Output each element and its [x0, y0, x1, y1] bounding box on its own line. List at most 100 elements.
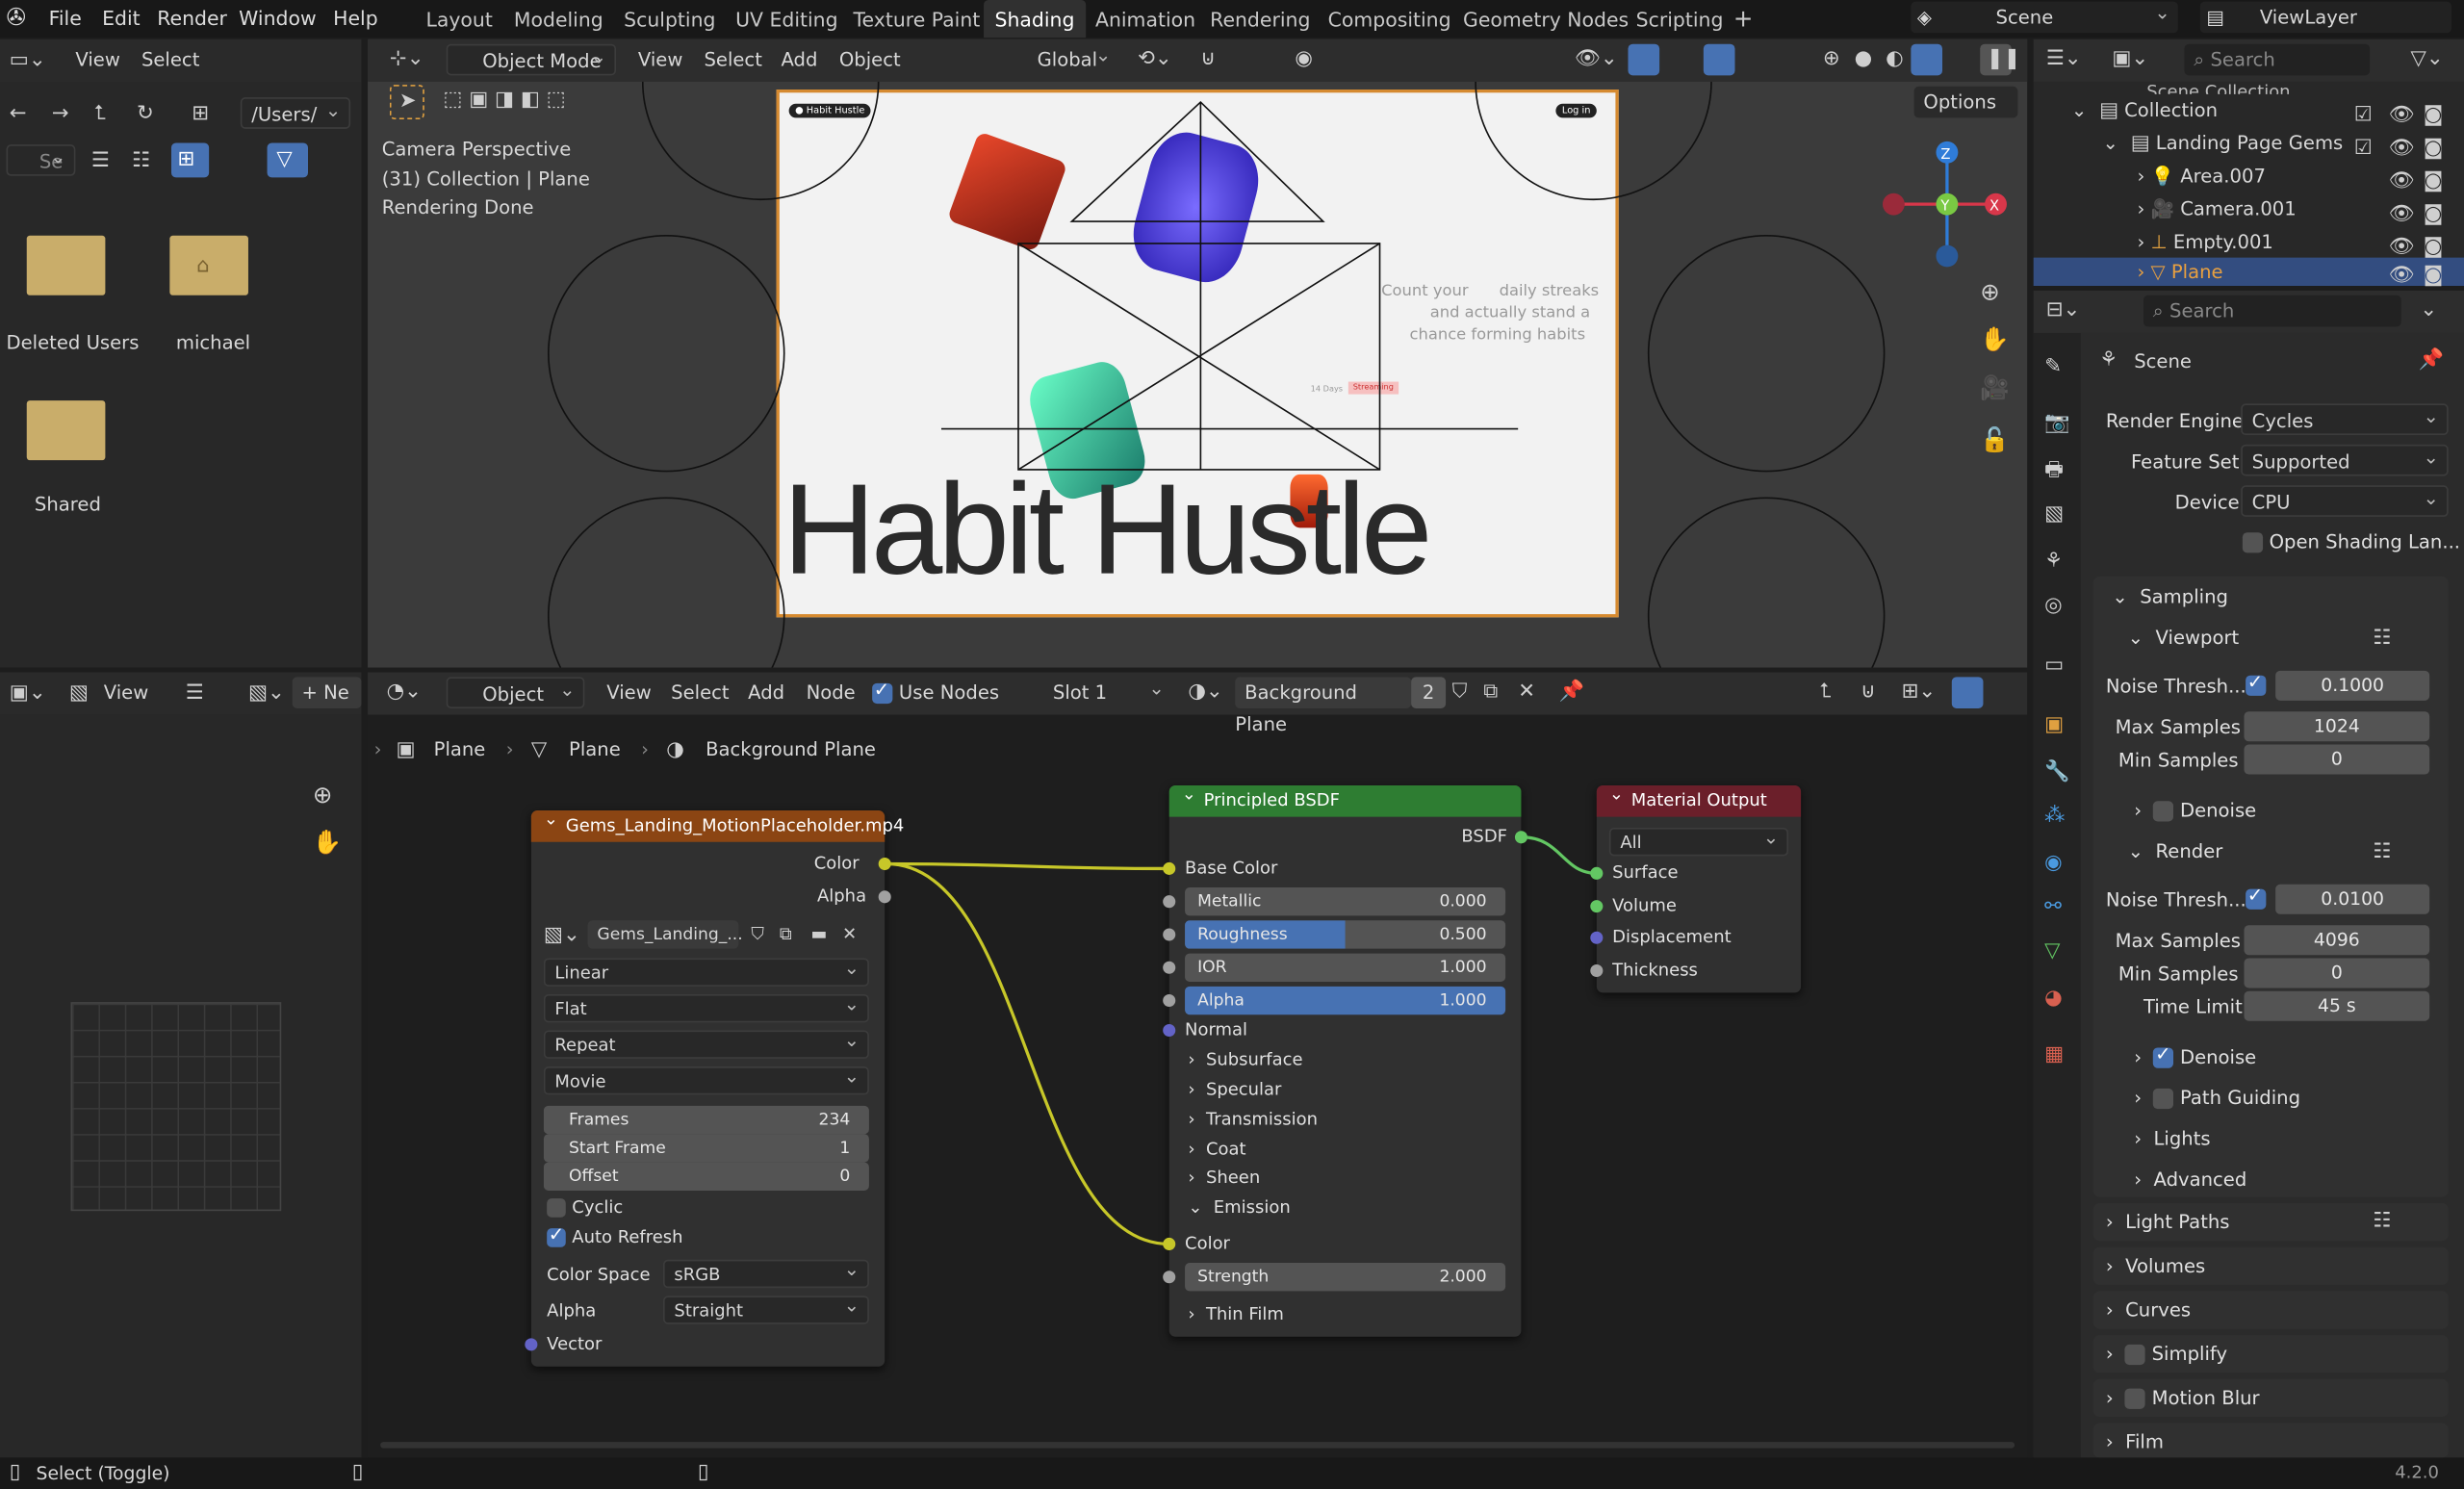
- osl-checkbox[interactable]: [2242, 532, 2264, 553]
- 3d-viewport[interactable]: ⊹⌄ Object Mode View Select Add Object Gl…: [368, 39, 2028, 668]
- folder-label-shared[interactable]: Shared: [35, 493, 101, 515]
- pin-icon[interactable]: 📌: [2419, 348, 2444, 373]
- object-mode-dropdown[interactable]: Object Mode: [446, 40, 617, 76]
- checkbox-icon[interactable]: ☑: [2354, 137, 2373, 162]
- lights-subpanel[interactable]: › Lights: [2134, 1128, 2210, 1150]
- extension-dropdown[interactable]: Repeat: [543, 1027, 869, 1059]
- r-max-samples-field[interactable]: 4096: [2244, 925, 2430, 956]
- alpha-output-socket[interactable]: [878, 890, 891, 904]
- eye-icon[interactable]: 👁: [2389, 264, 2415, 289]
- emission-color-socket[interactable]: [1163, 1237, 1176, 1250]
- blender-logo-icon[interactable]: ✇: [7, 3, 27, 31]
- camera-render-icon[interactable]: ◙: [2424, 264, 2444, 289]
- constraints-tab-icon[interactable]: ⚯: [2044, 895, 2062, 920]
- camera-render-icon[interactable]: ◙: [2424, 169, 2444, 194]
- advanced-subpanel[interactable]: › Advanced: [2134, 1168, 2246, 1191]
- close-icon[interactable]: ✕: [842, 922, 857, 947]
- output-node-header[interactable]: Material Output: [1596, 779, 1802, 817]
- outliner-row-empty[interactable]: › ⊥ Empty.001: [2137, 231, 2272, 253]
- scene-selector[interactable]: ◈ Scene: [1911, 0, 2178, 34]
- material-shading-icon[interactable]: ◐: [1886, 47, 1904, 72]
- outliner-row-camera[interactable]: › 🎥 Camera.001: [2137, 198, 2296, 220]
- outliner-search-input[interactable]: ⌕ Search: [2184, 43, 2371, 76]
- metallic-field[interactable]: Metallic 0.000: [1185, 887, 1506, 916]
- tab-scripting[interactable]: Scripting: [1625, 0, 1734, 38]
- tab-shading[interactable]: Shading: [984, 0, 1086, 39]
- wireframe-shading-icon[interactable]: ⊕: [1823, 47, 1840, 72]
- folder-label-deleted-users[interactable]: Deleted Users: [7, 331, 140, 353]
- roughness-socket[interactable]: [1163, 928, 1176, 941]
- scene-tab-icon[interactable]: ⚘: [2044, 550, 2063, 575]
- bsdf-node-header[interactable]: Principled BSDF: [1168, 779, 1522, 817]
- checkbox-icon[interactable]: ☑: [2354, 104, 2373, 129]
- image-name-field[interactable]: Gems_Landing_...: [587, 920, 743, 949]
- object-tab-icon[interactable]: ▣: [2044, 713, 2064, 738]
- surface-input-socket[interactable]: [1590, 866, 1604, 880]
- volumes-panel[interactable]: › Volumes: [2092, 1246, 2449, 1285]
- specular-panel[interactable]: › Specular: [1188, 1079, 1281, 1099]
- back-arrow-icon[interactable]: ←: [10, 102, 27, 127]
- new-image-button[interactable]: + Ne: [292, 677, 362, 708]
- vp-max-samples-field[interactable]: 1024: [2244, 711, 2430, 742]
- data-tab-icon[interactable]: ▽: [2044, 939, 2060, 964]
- image-browse-icon[interactable]: ▧⌄: [544, 924, 580, 949]
- particles-tab-icon[interactable]: ⁂: [2044, 805, 2065, 830]
- forward-arrow-icon[interactable]: →: [52, 102, 69, 127]
- proportional-edit-icon[interactable]: ◉: [1295, 47, 1313, 72]
- tab-geometry-nodes[interactable]: Geometry Nodes: [1452, 0, 1640, 38]
- r-noise-field[interactable]: 0.0100: [2275, 884, 2430, 914]
- camera-render-icon[interactable]: ◙: [2424, 137, 2444, 162]
- presets-list-icon[interactable]: ☷: [2373, 627, 2391, 652]
- subsurface-panel[interactable]: › Subsurface: [1188, 1049, 1302, 1069]
- displacement-input-socket[interactable]: [1590, 931, 1604, 944]
- list-horizontal-icon[interactable]: ☷: [132, 149, 150, 174]
- viewlayer-selector[interactable]: ▤ ViewLayer: [2199, 1, 2452, 34]
- visibility-icon[interactable]: 👁⌄: [1575, 47, 1618, 72]
- refresh-icon[interactable]: ↻: [137, 102, 154, 127]
- zoom-icon[interactable]: ⊕: [1980, 279, 2000, 304]
- coat-panel[interactable]: › Coat: [1188, 1139, 1245, 1159]
- orientation-dropdown[interactable]: Global: [996, 39, 1118, 76]
- render-subpanel-header[interactable]: ⌄ Render: [2128, 840, 2223, 862]
- thin-film-panel[interactable]: › Thin Film: [1188, 1303, 1284, 1323]
- snap-icon[interactable]: ⊍: [1200, 47, 1216, 72]
- tab-layout[interactable]: Layout: [415, 0, 503, 38]
- auto-refresh-checkbox[interactable]: [547, 1223, 566, 1247]
- eye-icon[interactable]: 👁: [2389, 236, 2415, 261]
- vp-denoise-subpanel[interactable]: › Denoise: [2134, 800, 2256, 822]
- roughness-slider[interactable]: Roughness 0.500: [1185, 920, 1506, 949]
- alpha-socket[interactable]: [1163, 993, 1176, 1008]
- outliner-row-area[interactable]: › 💡 Area.007: [2137, 165, 2265, 187]
- vector-input-socket[interactable]: [525, 1338, 538, 1351]
- color-output-socket[interactable]: [878, 858, 891, 871]
- home-folder-icon[interactable]: ⌂: [169, 235, 248, 295]
- fb-menu-select[interactable]: Select: [141, 49, 199, 71]
- editor-type-icon[interactable]: ⊹⌄: [390, 47, 424, 72]
- folder-icon[interactable]: [26, 400, 106, 461]
- fb-search-input[interactable]: Se: [6, 141, 76, 176]
- fake-user-shield-icon[interactable]: ⛉: [751, 922, 763, 947]
- time-limit-field[interactable]: 45 s: [2244, 990, 2430, 1021]
- shader-node-editor[interactable]: ◔⌄ Object View Select Add Node Use Nodes…: [368, 672, 2028, 1458]
- tab-compositing[interactable]: Compositing: [1317, 0, 1462, 38]
- material-tab-icon[interactable]: ◕: [2044, 987, 2063, 1012]
- pivot-icon[interactable]: ⟲⌄: [1138, 47, 1172, 72]
- tab-uv-editing[interactable]: UV Editing: [725, 0, 849, 38]
- presets-list-icon[interactable]: ☷: [2373, 840, 2391, 865]
- new-folder-icon[interactable]: ⊞: [192, 102, 209, 127]
- emission-panel[interactable]: ⌄ Emission: [1188, 1197, 1290, 1218]
- path-guiding-subpanel[interactable]: › Path Guiding: [2134, 1087, 2300, 1110]
- sheen-panel[interactable]: › Sheen: [1188, 1168, 1260, 1188]
- alpha-slider[interactable]: Alpha 1.000: [1185, 986, 1506, 1015]
- chevron-down-icon[interactable]: ⌄: [2420, 298, 2437, 323]
- r-min-samples-field[interactable]: 0: [2244, 958, 2430, 988]
- tab-rendering[interactable]: Rendering: [1199, 0, 1322, 38]
- menu-edit[interactable]: Edit: [102, 7, 141, 30]
- folder-label-michael[interactable]: michael: [176, 331, 250, 353]
- vp-noise-checkbox[interactable]: [2246, 671, 2267, 696]
- output-tab-icon[interactable]: 🖶: [2044, 459, 2064, 484]
- source-dropdown[interactable]: Movie: [543, 1064, 869, 1095]
- camera-render-icon[interactable]: ◙: [2424, 203, 2444, 228]
- r-noise-checkbox[interactable]: [2246, 885, 2267, 910]
- pan-hand-icon[interactable]: ✋: [313, 830, 343, 855]
